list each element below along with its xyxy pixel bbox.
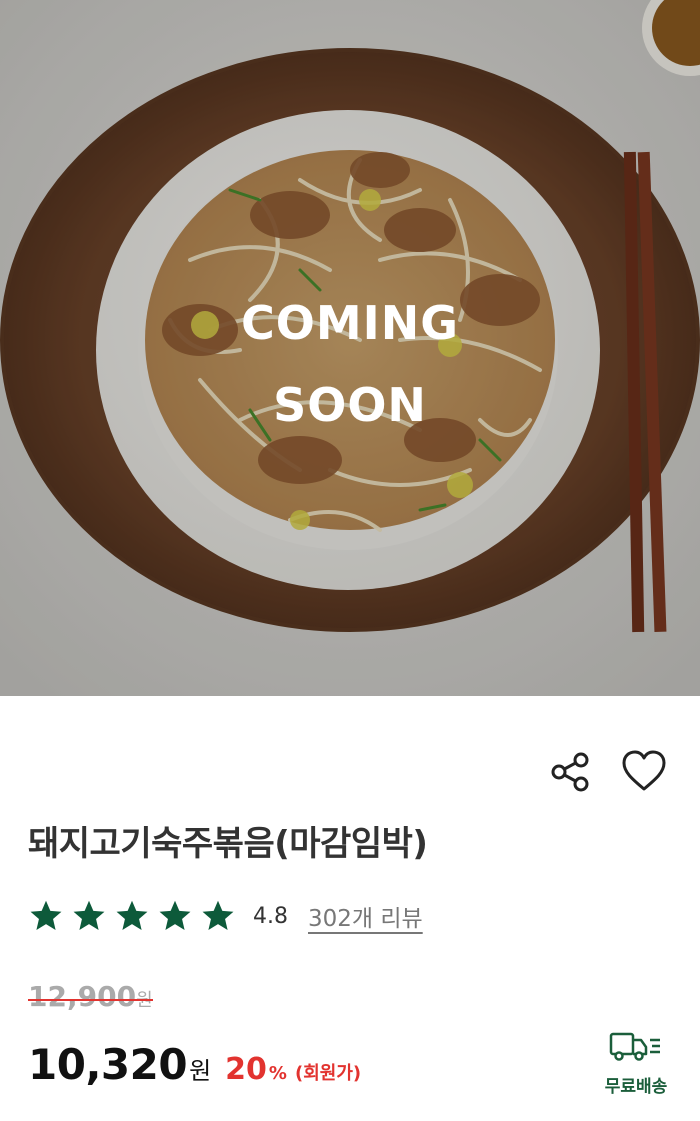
share-button[interactable] [548,750,592,794]
coming-soon-line2: SOON [273,378,427,432]
sale-price-amount: 10,320 [28,1040,188,1089]
product-title: 돼지고기숙주볶음(마감임박) [28,824,428,864]
share-icon [551,752,589,792]
discount-percent-sign: % [268,1063,287,1084]
original-price: 12,900원 [28,980,153,1013]
free-shipping-badge[interactable]: 무료배송 [598,1030,674,1097]
heart-icon [622,750,666,791]
strikethrough-line [28,999,153,1001]
coming-soon-line1: COMING [240,296,459,350]
star-icon [30,900,62,930]
sale-price-unit: 원 [189,1057,212,1085]
original-price-amount: 12,900 [28,980,137,1013]
discount-rate: 20 [225,1052,267,1087]
rating-row: 4.8 302개 리뷰 [28,896,423,936]
star-icon [116,900,148,930]
rating-score: 4.8 [253,903,288,929]
star-icon [159,900,191,930]
star-icon [202,900,234,930]
member-price-note: (회원가) [294,1063,362,1084]
rating-stars [28,898,243,934]
coming-soon-label: COMING SOON [0,282,700,446]
review-count-link[interactable]: 302개 리뷰 [308,899,423,933]
wishlist-button[interactable] [620,748,668,794]
free-shipping-label: 무료배송 [604,1077,668,1097]
sale-price-row: 10,320 원 20 % (회원가) [28,1040,361,1089]
truck-icon [609,1032,660,1061]
product-image: COMING SOON [0,0,700,696]
star-icon [73,900,105,930]
